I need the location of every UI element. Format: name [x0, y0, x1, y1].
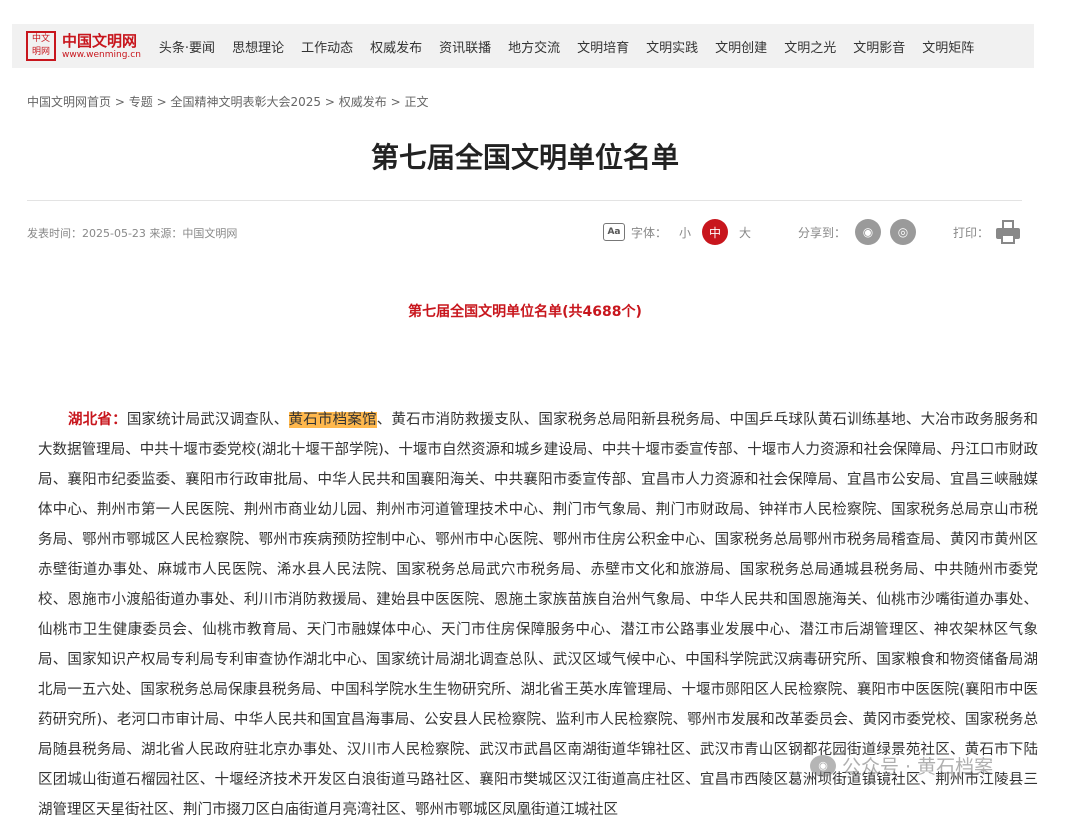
- logo-site-url: www.wenming.cn: [62, 49, 141, 60]
- nav-item-practice[interactable]: 文明实践: [646, 37, 698, 56]
- article-toolbar: Aa 字体： 小 中 大 分享到： ◉ ◎ 打印：: [600, 216, 1030, 248]
- breadcrumb-separator: >: [156, 95, 167, 109]
- list-subtitle: 第七届全国文明单位名单(共4688个): [408, 304, 642, 320]
- body-text-prefix: 国家统计局武汉调查队、: [126, 412, 289, 428]
- print-button[interactable]: [996, 216, 1020, 248]
- article-title: 第七届全国文明单位名单: [370, 141, 679, 174]
- font-size-label: 字体：: [631, 225, 668, 240]
- watermark-text: 公众号 · 黄石档案: [842, 756, 994, 778]
- logo-seal-bottom: 明网: [31, 47, 50, 57]
- nav-item-headlines[interactable]: 头条·要闻: [159, 37, 215, 56]
- font-size-small-button[interactable]: 小: [679, 216, 691, 248]
- font-size-icon: Aa: [603, 216, 625, 248]
- weibo-icon: ◎: [890, 219, 916, 245]
- highlighted-unit: 黄石市档案馆: [288, 412, 377, 428]
- logo-site-name: 中国文明网: [62, 31, 138, 50]
- breadcrumb-separator: >: [390, 95, 401, 109]
- nav-item-light[interactable]: 文明之光: [784, 37, 836, 56]
- title-divider: [27, 200, 1022, 201]
- nav-item-news-feed[interactable]: 资讯联播: [439, 37, 491, 56]
- font-size-medium-button[interactable]: 中: [702, 216, 728, 248]
- nav-item-matrix[interactable]: 文明矩阵: [922, 37, 974, 56]
- nav-item-official-release[interactable]: 权威发布: [370, 37, 422, 56]
- breadcrumb: 中国文明网首页 > 专题 > 全国精神文明表彰大会2025 > 权威发布 > 正…: [27, 93, 428, 110]
- breadcrumb-item-topic[interactable]: 专题: [129, 95, 153, 109]
- wechat-icon: ◉: [810, 754, 836, 777]
- font-size-medium-label: 中: [702, 219, 728, 245]
- site-logo[interactable]: 中文 明网 中国文明网 www.wenming.cn: [26, 31, 141, 61]
- share-label: 分享到：: [798, 225, 847, 240]
- breadcrumb-item-home[interactable]: 中国文明网首页: [27, 95, 111, 109]
- breadcrumb-item-official-release[interactable]: 权威发布: [339, 95, 387, 109]
- nav-item-local-exchange[interactable]: 地方交流: [508, 37, 560, 56]
- main-nav: 头条·要闻 思想理论 工作动态 权威发布 资讯联播 地方交流 文明培育 文明实践…: [159, 37, 991, 56]
- share-weibo-button[interactable]: ◎: [890, 216, 916, 248]
- nav-item-media[interactable]: 文明影音: [853, 37, 905, 56]
- nav-item-theory[interactable]: 思想理论: [232, 37, 284, 56]
- logo-seal-icon: 中文 明网: [26, 31, 56, 61]
- nav-item-creation[interactable]: 文明创建: [715, 37, 767, 56]
- logo-text: 中国文明网 www.wenming.cn: [62, 32, 141, 61]
- nav-item-cultivation[interactable]: 文明培育: [577, 37, 629, 56]
- nav-item-work-news[interactable]: 工作动态: [301, 37, 353, 56]
- watermark: ◉ 公众号 · 黄石档案: [810, 752, 993, 779]
- breadcrumb-item-conference[interactable]: 全国精神文明表彰大会2025: [170, 95, 321, 109]
- breadcrumb-separator: >: [324, 95, 335, 109]
- printer-icon: [996, 220, 1020, 244]
- print-label: 打印：: [953, 225, 990, 240]
- province-label: 湖北省：: [68, 412, 127, 428]
- breadcrumb-separator: >: [114, 95, 125, 109]
- top-navigation-bar: 中文 明网 中国文明网 www.wenming.cn 头条·要闻 思想理论 工作…: [12, 24, 1034, 68]
- share-wechat-button[interactable]: ◉: [855, 216, 881, 248]
- logo-seal-top: 中文: [31, 34, 50, 44]
- breadcrumb-item-current: 正文: [404, 95, 429, 109]
- article-meta: 发表时间：2025-05-23 来源：中国文明网: [27, 227, 238, 240]
- font-size-large-button[interactable]: 大: [739, 216, 751, 248]
- wechat-icon: ◉: [855, 219, 881, 245]
